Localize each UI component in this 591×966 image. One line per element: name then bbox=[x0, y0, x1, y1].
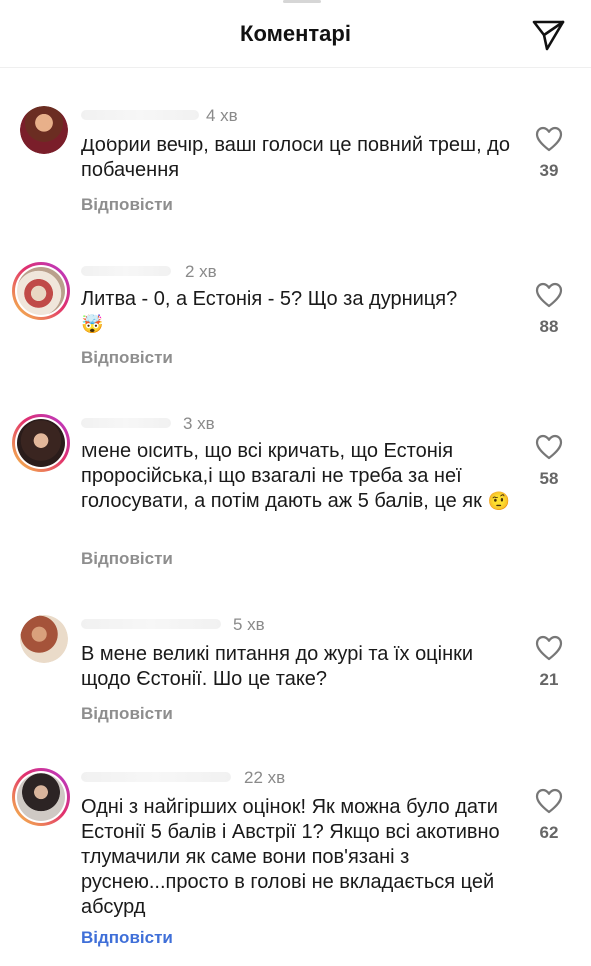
avatar[interactable] bbox=[20, 615, 68, 663]
comment-time: 4 хв bbox=[206, 106, 238, 125]
drag-handle[interactable] bbox=[283, 0, 321, 3]
reply-button[interactable]: Відповісти bbox=[81, 549, 173, 569]
reply-button[interactable]: Відповісти bbox=[81, 704, 173, 724]
send-icon[interactable] bbox=[530, 16, 566, 52]
comment-text: Одні з найгірших оцінок! Як можна було д… bbox=[81, 796, 500, 918]
avatar[interactable] bbox=[20, 106, 68, 154]
avatar[interactable] bbox=[12, 768, 70, 826]
username-redacted[interactable] bbox=[81, 414, 177, 430]
comment-time: 5 хв bbox=[233, 615, 265, 634]
avatar[interactable] bbox=[12, 262, 70, 320]
comment-text-content: Мене бісить, що всі кричать, що Естонія … bbox=[81, 440, 482, 512]
username-redacted[interactable] bbox=[81, 615, 231, 631]
username-redacted[interactable] bbox=[81, 768, 241, 784]
exploding-head-emoji: 🤯 bbox=[81, 314, 104, 334]
like-count: 58 bbox=[539, 469, 559, 488]
like-count: 21 bbox=[539, 670, 559, 689]
like-count: 39 bbox=[539, 161, 559, 180]
like-control: 21 bbox=[533, 635, 565, 690]
like-control: 62 bbox=[533, 788, 565, 843]
heart-icon[interactable] bbox=[535, 282, 563, 308]
like-control: 88 bbox=[533, 282, 565, 337]
comment-time: 2 хв bbox=[185, 262, 217, 281]
comment-text-content: Литва - 0, а Естонія - 5? Що за дурниця? bbox=[81, 288, 458, 310]
header-bar: Коментарі bbox=[0, 0, 591, 68]
like-count: 62 bbox=[539, 823, 559, 842]
heart-icon[interactable] bbox=[535, 635, 563, 661]
raised-eyebrow-emoji: 🤨 bbox=[487, 491, 510, 511]
avatar[interactable] bbox=[12, 414, 70, 472]
comment-text: Мене бісить, що всі кричать, що Естонія … bbox=[81, 439, 511, 514]
heart-icon[interactable] bbox=[535, 126, 563, 152]
like-control: 39 bbox=[533, 126, 565, 181]
like-control: 58 bbox=[533, 434, 565, 489]
comment-text: В мене великі питання до журі та їх оцін… bbox=[81, 643, 474, 690]
username-redacted[interactable] bbox=[81, 262, 177, 278]
heart-icon[interactable] bbox=[535, 434, 563, 460]
page-title: Коментарі bbox=[240, 21, 351, 46]
comment-text: Литва - 0, а Естонія - 5? Що за дурниця?… bbox=[81, 287, 521, 337]
comment-time: 3 хв bbox=[183, 414, 215, 433]
reply-button[interactable]: Відповісти bbox=[81, 928, 173, 948]
reply-button[interactable]: Відповісти bbox=[81, 348, 173, 368]
reply-button[interactable]: Відповісти bbox=[81, 195, 173, 215]
comment-time: 22 хв bbox=[244, 768, 286, 787]
heart-icon[interactable] bbox=[535, 788, 563, 814]
username-redacted[interactable] bbox=[81, 106, 209, 122]
like-count: 88 bbox=[539, 317, 559, 336]
comment-text: Добрий вечір, ваші голоси це повний треш… bbox=[81, 134, 510, 181]
